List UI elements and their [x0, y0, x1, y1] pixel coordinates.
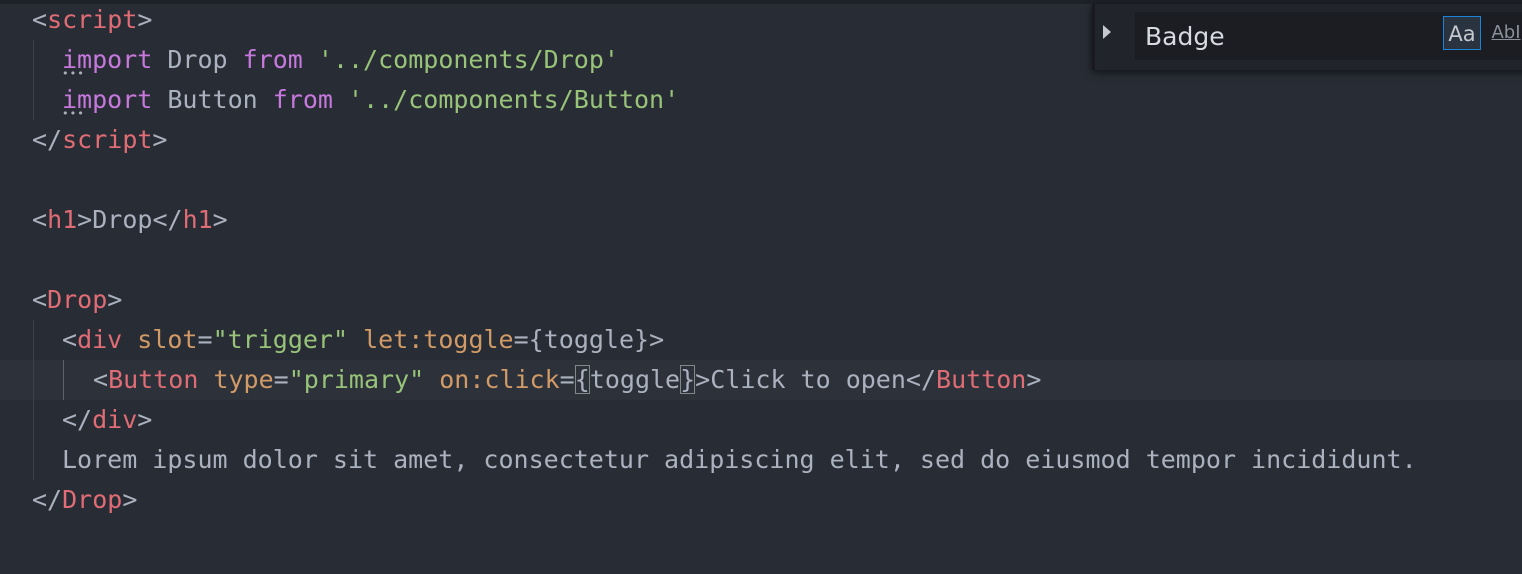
- attribute-name: let:toggle: [363, 325, 514, 354]
- tag-bracket: <: [32, 285, 48, 314]
- tag-bracket: >: [212, 205, 228, 234]
- indent-guide: [33, 400, 34, 440]
- tag-bracket: </: [905, 365, 937, 394]
- code-line: </script>: [0, 120, 1522, 160]
- tag-bracket: >: [107, 285, 123, 314]
- code-line: Lorem ipsum dolor sit amet, consectetur …: [0, 440, 1522, 480]
- tag-bracket: >: [122, 485, 138, 514]
- tag-bracket: </: [62, 405, 93, 434]
- chevron-right-icon[interactable]: [1103, 25, 1111, 39]
- string-literal: "primary": [288, 365, 425, 394]
- indent-guide-active: [63, 360, 64, 400]
- equals-sign: =: [273, 365, 289, 394]
- tag-name: div: [77, 325, 123, 354]
- identifier: Button: [152, 85, 273, 114]
- code-text: </div>: [62, 400, 152, 440]
- match-case-button[interactable]: Aa: [1443, 16, 1481, 50]
- tag-name: h1: [182, 205, 213, 234]
- text-content: Drop: [92, 205, 153, 234]
- string-literal: '../components/Drop': [317, 45, 619, 74]
- text-content: Lorem ipsum dolor sit amet, consectetur …: [62, 445, 1417, 474]
- identifier: Drop: [152, 45, 243, 74]
- code-text: import Button from '../components/Button…: [62, 80, 679, 120]
- code-line: <Drop>: [0, 280, 1522, 320]
- string-literal: "trigger": [212, 325, 349, 354]
- attribute-name: slot: [137, 325, 198, 354]
- attribute-name: type: [213, 365, 274, 394]
- indent-guide: [33, 80, 34, 120]
- tag-bracket: </: [32, 485, 63, 514]
- code-text: <h1>Drop</h1>: [32, 200, 228, 240]
- tag-bracket: >: [152, 125, 168, 154]
- code-text: Lorem ipsum dolor sit amet, consectetur …: [62, 440, 1417, 480]
- matched-brace: }: [680, 365, 696, 394]
- tag-bracket: >: [649, 325, 665, 354]
- tag-bracket: <: [32, 205, 48, 234]
- equals-sign: =: [559, 365, 575, 394]
- indent-guide: [33, 440, 34, 480]
- tag-name: div: [92, 405, 138, 434]
- tag-name: Drop: [62, 485, 123, 514]
- keyword: from: [242, 45, 303, 74]
- code-line: <h1>Drop</h1>: [0, 200, 1522, 240]
- tag-name: Button: [108, 365, 199, 394]
- code-text: <div slot="trigger" let:toggle={toggle}>: [62, 320, 664, 360]
- code-text: import Drop from '../components/Drop': [62, 40, 619, 80]
- tag-bracket: </: [32, 125, 63, 154]
- indent-guide: [33, 320, 34, 360]
- whole-word-button[interactable]: AbI: [1488, 16, 1522, 50]
- tag-bracket: <: [93, 365, 109, 394]
- tag-bracket: </: [152, 205, 183, 234]
- tag-bracket: >: [137, 5, 153, 34]
- hint-dots-icon: •••: [62, 107, 85, 120]
- code-line: <div slot="trigger" let:toggle={toggle}>: [0, 320, 1522, 360]
- code-text: </script>: [32, 120, 167, 160]
- expression: toggle: [589, 365, 681, 394]
- code-line: import Button from '../components/Button…: [0, 80, 1522, 120]
- tag-name: script: [62, 125, 153, 154]
- hint-dots-icon: •••: [62, 67, 85, 80]
- tag-bracket: >: [695, 365, 711, 394]
- equals-sign: =: [513, 325, 529, 354]
- tag-name: script: [47, 5, 138, 34]
- matched-brace: {: [574, 365, 590, 394]
- tag-bracket: <: [62, 325, 78, 354]
- tag-bracket: >: [1026, 365, 1042, 394]
- code-text: </Drop>: [32, 480, 137, 520]
- expression: {toggle}: [528, 325, 650, 354]
- tag-bracket: <: [32, 5, 48, 34]
- equals-sign: =: [197, 325, 213, 354]
- code-text: <script>: [32, 0, 152, 40]
- text-content: Click to open: [710, 365, 906, 394]
- attribute-name: on:click: [439, 365, 560, 394]
- string-literal: '../components/Button': [348, 85, 680, 114]
- tag-name: Drop: [47, 285, 108, 314]
- code-line: </div>: [0, 400, 1522, 440]
- tag-name: Button: [936, 365, 1027, 394]
- code-text: <Button type="primary" on:click={toggle}…: [93, 360, 1041, 400]
- keyword: from: [272, 85, 333, 114]
- code-line-current: <Button type="primary" on:click={toggle}…: [0, 360, 1522, 400]
- find-widget: Aa AbI: [1092, 4, 1522, 70]
- code-line: </Drop>: [0, 480, 1522, 520]
- code-editor[interactable]: <script> import Drop from '../components…: [0, 0, 1522, 574]
- indent-guide: [33, 40, 34, 80]
- indent-guide: [33, 360, 34, 400]
- code-text: <Drop>: [32, 280, 122, 320]
- tag-bracket: >: [137, 405, 153, 434]
- tag-name: h1: [47, 205, 78, 234]
- tag-bracket: >: [77, 205, 93, 234]
